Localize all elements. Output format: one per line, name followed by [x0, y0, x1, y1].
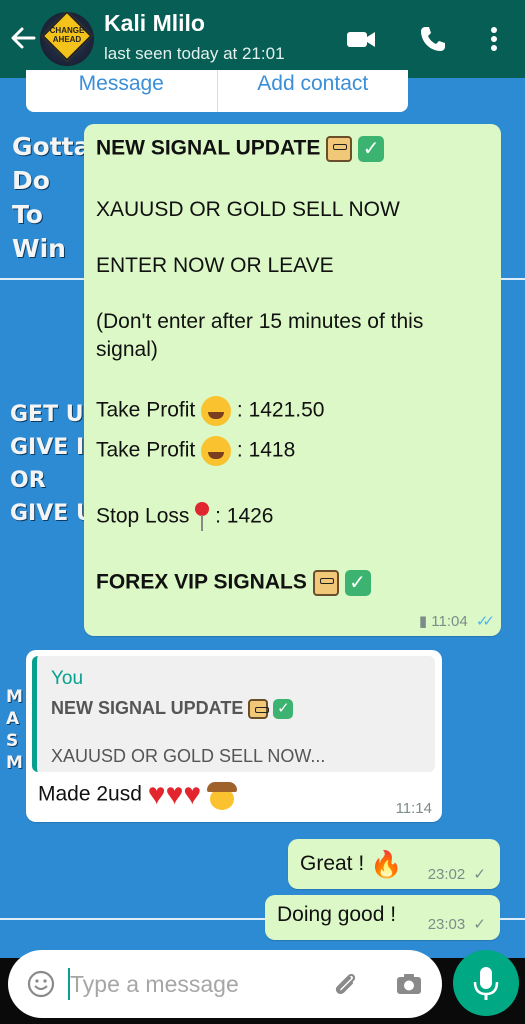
- message-text: Doing good !: [277, 903, 397, 926]
- message-time: 23:03: [427, 916, 466, 933]
- message-text: Stop Loss: [96, 504, 190, 528]
- quote-title-text: NEW SIGNAL UPDATE: [51, 698, 244, 718]
- avatar-sign-text: CHANGE AHEAD: [49, 26, 85, 44]
- message-line: Stop Loss : 1426: [96, 502, 273, 532]
- teacher-emoji-icon: [248, 699, 270, 720]
- phone-icon[interactable]: [416, 22, 450, 56]
- microphone-icon: [473, 967, 499, 1000]
- paperclip-icon[interactable]: [330, 969, 360, 999]
- more-vertical-icon[interactable]: [477, 22, 511, 56]
- quote-preview: XAUUSD OR GOLD SELL NOW...: [51, 746, 326, 766]
- message-time: 23:02: [427, 866, 466, 883]
- message-line: FOREX VIP SIGNALS ✓: [96, 570, 371, 596]
- teacher-emoji-icon: [326, 136, 353, 162]
- camera-icon[interactable]: [394, 969, 424, 999]
- message-meta: 23:03 ✓: [428, 915, 486, 933]
- heart-emoji-icon: ♥: [183, 778, 202, 811]
- voice-record-button[interactable]: [453, 950, 519, 1016]
- wallpaper-word: Win: [12, 234, 66, 263]
- wallpaper-word: M: [6, 687, 23, 707]
- add-contact-button[interactable]: Add contact: [218, 70, 409, 112]
- message-meta: ▮ 11:04 ✓✓: [418, 612, 495, 630]
- heart-emoji-icon: ♥: [165, 778, 184, 811]
- message-meta: 23:02 ✓: [428, 865, 486, 883]
- message-time: 11:04: [431, 613, 468, 630]
- message-line: XAUUSD OR GOLD SELL NOW: [96, 198, 400, 221]
- fire-emoji-icon: 🔥: [370, 849, 403, 879]
- hugging-face-emoji-icon: [201, 436, 232, 466]
- wallpaper-word: To: [12, 200, 43, 229]
- message-text: Take Profit: [96, 398, 196, 422]
- message-input[interactable]: Type a message: [70, 971, 239, 998]
- arrow-left-icon[interactable]: [8, 22, 38, 54]
- sent-tick-icon: ✓: [473, 916, 486, 933]
- message-line: ENTER NOW OR LEAVE: [96, 254, 334, 277]
- sent-tick-icon: ✓: [473, 866, 486, 883]
- quote-title: NEW SIGNAL UPDATE ✓: [51, 698, 294, 720]
- message-line: signal): [96, 338, 158, 361]
- video-camera-icon[interactable]: [344, 22, 378, 56]
- wallpaper-word: Do: [12, 166, 50, 195]
- check-mark-emoji-icon: ✓: [358, 136, 385, 162]
- chat-header: CHANGE AHEAD Kali Mlilo last seen today …: [0, 0, 525, 78]
- message-line: NEW SIGNAL UPDATE ✓: [96, 136, 385, 162]
- check-mark-emoji-icon: ✓: [344, 570, 371, 596]
- message-bubble-outgoing[interactable]: NEW SIGNAL UPDATE ✓ XAUUSD OR GOLD SELL …: [84, 124, 501, 636]
- teacher-emoji-icon: [312, 570, 339, 596]
- message-text: : 1421.50: [236, 398, 325, 422]
- avatar[interactable]: CHANGE AHEAD: [40, 12, 94, 66]
- cowboy-emoji-icon: [207, 780, 238, 810]
- message-bubble-outgoing[interactable]: Doing good ! 23:03 ✓: [265, 895, 500, 940]
- message-text: Great !: [300, 852, 365, 876]
- quoted-message[interactable]: You NEW SIGNAL UPDATE ✓ XAUUSD OR GOLD S…: [32, 656, 435, 772]
- read-ticks-icon: ✓✓: [475, 613, 495, 630]
- wallpaper-word: S: [6, 731, 19, 751]
- quote-author: You: [51, 668, 84, 689]
- wallpaper-word: Gotta: [12, 132, 91, 161]
- message-text: Made 2usd: [38, 782, 142, 806]
- hugging-face-emoji-icon: [201, 396, 232, 426]
- megaphone-icon: ▮: [418, 613, 428, 630]
- message-text: : 1418: [236, 438, 296, 462]
- message-line: Take Profit : 1418: [96, 436, 295, 466]
- pushpin-emoji-icon: [195, 502, 210, 532]
- message-text: NEW SIGNAL UPDATE: [96, 136, 321, 160]
- message-bubble-outgoing[interactable]: Great ! 🔥 23:02 ✓: [288, 839, 500, 889]
- message-compose-bar: Type a message: [8, 950, 442, 1018]
- message-text: Take Profit: [96, 438, 196, 462]
- check-mark-emoji-icon: ✓: [273, 699, 294, 720]
- wallpaper-word: A: [6, 709, 20, 729]
- contact-name[interactable]: Kali Mlilo: [104, 10, 205, 37]
- wallpaper-word: M: [6, 753, 23, 773]
- message-line: Take Profit : 1421.50: [96, 396, 325, 426]
- message-text: : 1426: [215, 504, 274, 528]
- emoji-icon[interactable]: [26, 969, 56, 999]
- wallpaper-text: Gotta Do To Win: [12, 130, 90, 266]
- heart-emoji-icon: ♥: [147, 778, 166, 811]
- message-line: Made 2usd ♥♥♥: [38, 778, 238, 811]
- last-seen-status: last seen today at 21:01: [104, 44, 285, 63]
- message-bubble-incoming[interactable]: You NEW SIGNAL UPDATE ✓ XAUUSD OR GOLD S…: [26, 650, 442, 822]
- message-text: FOREX VIP SIGNALS: [96, 570, 307, 594]
- message-button[interactable]: Message: [26, 70, 217, 112]
- wallpaper-text: M A S M: [6, 686, 23, 774]
- message-line: (Don't enter after 15 minutes of this: [96, 310, 424, 333]
- message-line: Great ! 🔥: [300, 849, 402, 880]
- unknown-contact-actions: Message Add contact: [26, 70, 408, 112]
- message-time: 11:14: [395, 800, 432, 817]
